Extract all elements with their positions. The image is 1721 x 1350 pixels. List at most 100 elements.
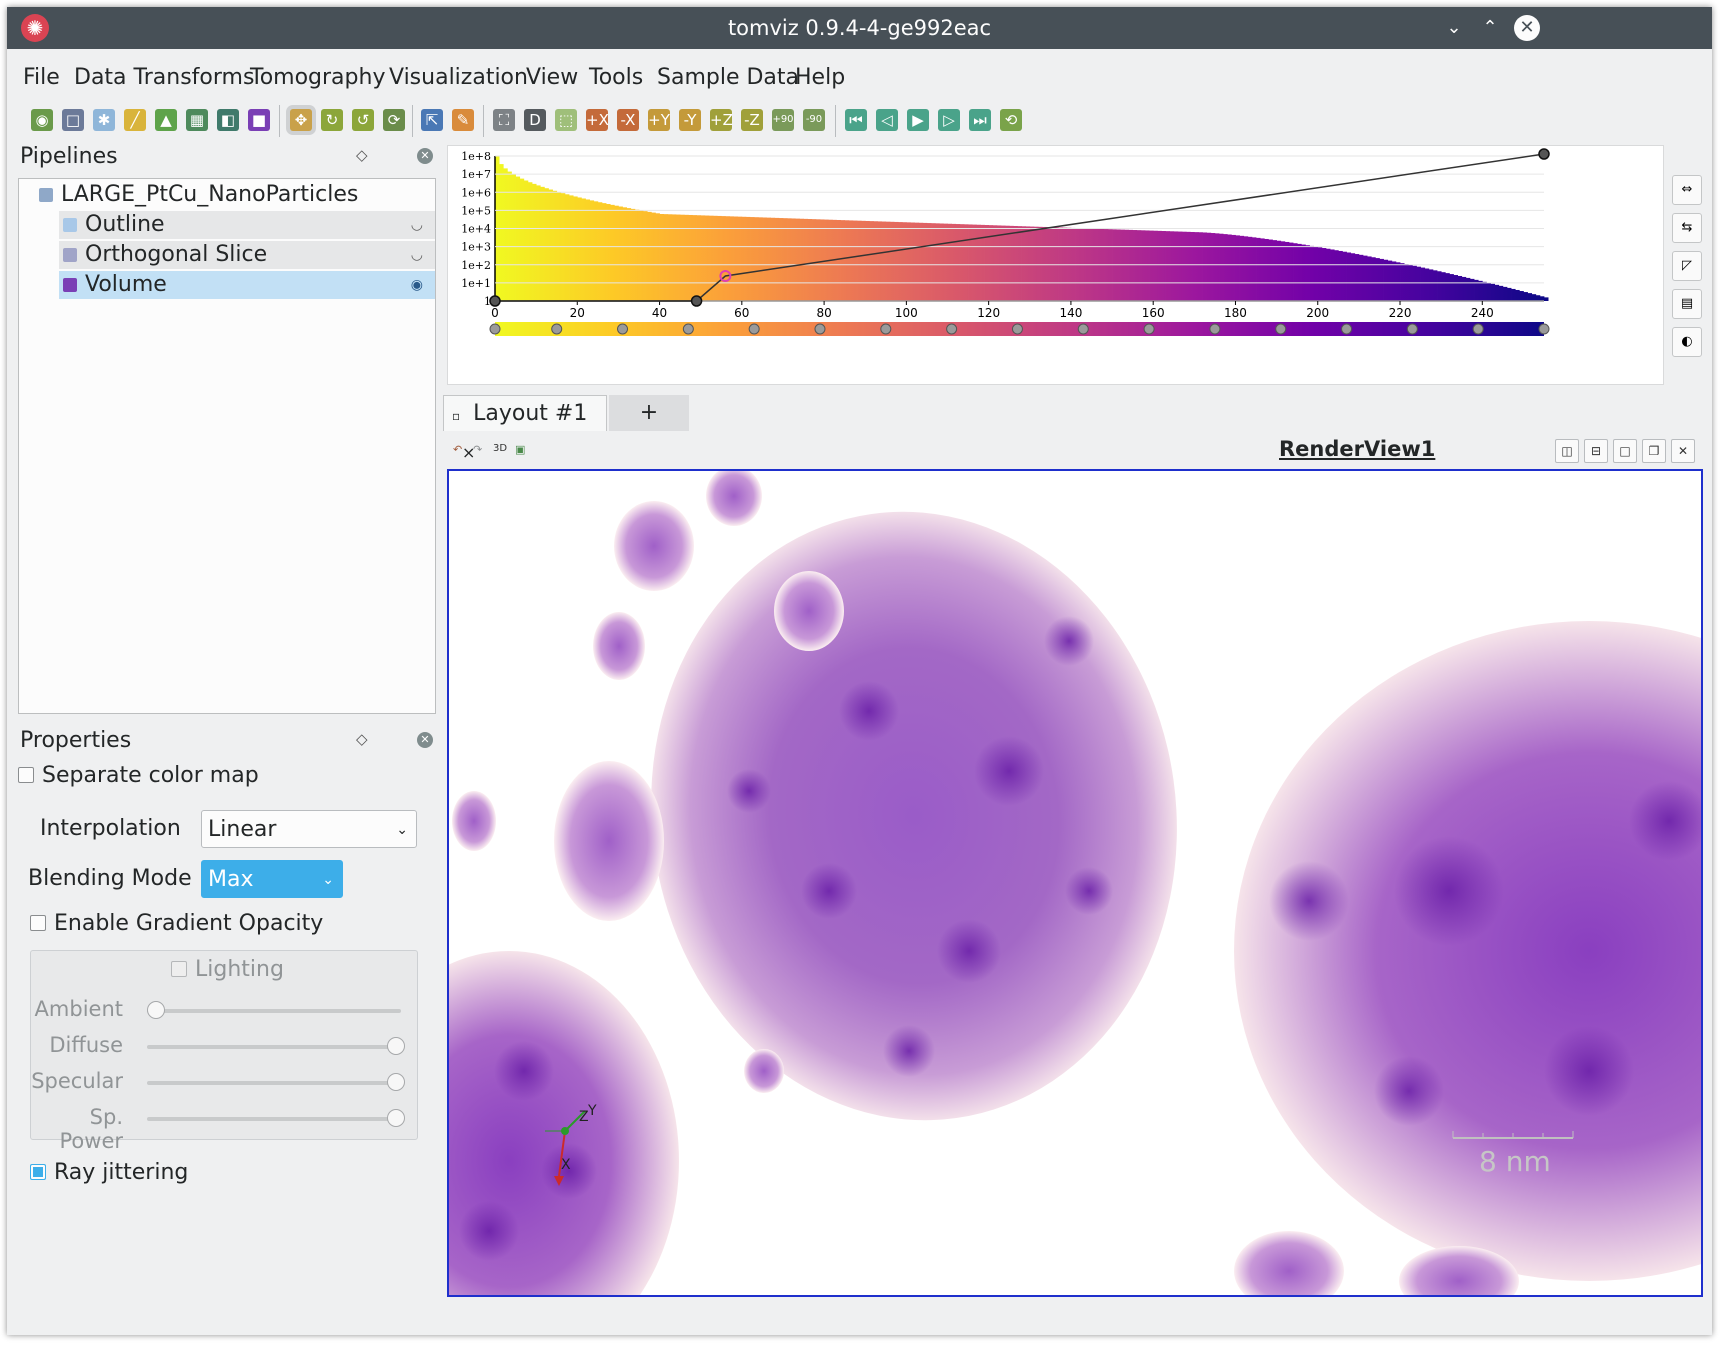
data-axes-icon[interactable]: D (524, 109, 546, 131)
threshold-icon[interactable]: ▲ (155, 109, 177, 131)
restore-view-icon[interactable]: ❐ (1642, 439, 1666, 463)
menu-help[interactable]: Help (795, 59, 845, 97)
diffuse-slider[interactable] (147, 1045, 401, 1049)
view-minus-z-icon[interactable]: -Z (741, 109, 763, 131)
color-control-point[interactable] (682, 323, 694, 335)
reset-range-icon[interactable]: ⇔ (1672, 175, 1702, 205)
toggle-3d-button[interactable]: 3D (493, 443, 507, 454)
hidden-eye-icon[interactable]: ◡ (411, 211, 423, 239)
menu-sample-data[interactable]: Sample Data (657, 59, 799, 97)
gradient-opacity-checkbox[interactable]: Enable Gradient Opacity (30, 911, 323, 936)
rotate-ccw-icon[interactable]: ↺ (352, 109, 374, 131)
menu-tools[interactable]: Tools (589, 59, 643, 97)
view-plus-z-icon[interactable]: +Z (710, 109, 733, 131)
hidden-eye-icon[interactable]: ◡ (411, 241, 423, 269)
ray-jittering-checkbox[interactable]: Ray jittering (30, 1160, 188, 1185)
color-palette-icon[interactable]: ✎ (452, 109, 474, 131)
ambient-slider-handle[interactable] (147, 1001, 165, 1019)
color-control-point[interactable] (489, 323, 501, 335)
specular-slider-handle[interactable] (387, 1073, 405, 1091)
choose-preset-icon[interactable]: ▤ (1672, 289, 1702, 319)
float-dock-icon[interactable]: ◇ (356, 146, 368, 164)
menu-data-transforms[interactable]: Data Transforms (74, 59, 254, 97)
color-control-point[interactable] (551, 323, 563, 335)
split-horizontal-icon[interactable]: ◫ (1555, 439, 1579, 463)
outline-icon[interactable]: □ (62, 109, 84, 131)
color-control-point[interactable] (1011, 323, 1023, 335)
opacity-control-point[interactable] (690, 295, 703, 307)
view-plus-x-icon[interactable]: +X (586, 109, 609, 131)
color-control-point[interactable] (1275, 323, 1287, 335)
blending-mode-select[interactable]: Max ⌄ (201, 860, 343, 898)
rotate-minus-90-icon[interactable]: -90 (803, 109, 825, 131)
menu-visualization[interactable]: Visualization (389, 59, 528, 97)
invert-colormap-icon[interactable]: ◸ (1672, 251, 1702, 281)
reset-rotate-icon[interactable]: ⟳ (383, 109, 405, 131)
specular-slider[interactable] (147, 1081, 401, 1085)
color-control-point[interactable] (946, 323, 958, 335)
pick-icon[interactable]: ⇱ (421, 109, 443, 131)
volume-icon[interactable]: ■ (248, 109, 270, 131)
interpolation-select[interactable]: Linear ⌄ (201, 810, 417, 848)
view-minus-x-icon[interactable]: -X (617, 109, 639, 131)
maximize-view-icon[interactable]: □ (1613, 439, 1637, 463)
clip-icon[interactable]: ◧ (217, 109, 239, 131)
minimize-icon[interactable]: ⌄ (1441, 15, 1467, 41)
view-minus-y-icon[interactable]: -Y (679, 109, 701, 131)
open-data-icon[interactable]: ◉ (31, 109, 53, 131)
maximize-icon[interactable]: ⌃ (1477, 15, 1503, 41)
gradient-editor-icon[interactable]: ◐ (1672, 327, 1702, 357)
float-dock-icon[interactable]: ◇ (356, 730, 368, 748)
close-dock-icon[interactable]: ✕ (417, 148, 433, 164)
color-control-point[interactable] (880, 323, 892, 335)
color-control-point[interactable] (748, 323, 760, 335)
color-control-point[interactable] (1143, 323, 1155, 335)
color-control-point[interactable] (1406, 323, 1418, 335)
split-vertical-icon[interactable]: ⊟ (1584, 439, 1608, 463)
module-volume[interactable]: Volume ◉ (59, 271, 435, 299)
color-control-point[interactable] (1341, 323, 1353, 335)
color-control-point[interactable] (1209, 323, 1221, 335)
color-control-point[interactable] (814, 323, 826, 335)
close-view-icon[interactable]: ✕ (1671, 439, 1695, 463)
color-control-point[interactable] (1077, 323, 1089, 335)
opacity-control-point[interactable] (489, 295, 501, 307)
diffuse-slider-handle[interactable] (387, 1037, 405, 1055)
close-window-icon[interactable]: ✕ (1514, 15, 1540, 41)
data-source-item[interactable]: LARGE_PtCu_NanoParticles (39, 181, 429, 209)
color-control-point[interactable] (617, 323, 629, 335)
module-outline[interactable]: Outline ◡ (59, 211, 435, 239)
histogram-chart[interactable]: 1e+81e+71e+61e+51e+41e+31e+21e+110 20 40 60… (448, 146, 1663, 384)
rotate-plus-90-icon[interactable]: +90 (772, 109, 794, 131)
close-dock-icon[interactable]: ✕ (417, 732, 433, 748)
reset-camera-icon[interactable]: ⛶ (493, 109, 515, 131)
color-control-point[interactable] (1472, 323, 1484, 335)
next-frame-icon[interactable]: ▷ (938, 109, 960, 131)
loop-icon[interactable]: ⟲ (1000, 109, 1022, 131)
ruler-icon[interactable]: ╱ (124, 109, 146, 131)
menu-file[interactable]: File (23, 59, 60, 97)
menu-tomography[interactable]: Tomography (250, 59, 385, 97)
color-control-point[interactable] (1538, 323, 1550, 335)
custom-range-icon[interactable]: ⇆ (1672, 213, 1702, 243)
play-icon[interactable]: ▶ (907, 109, 929, 131)
add-tab-button[interactable]: + (609, 395, 689, 431)
camera-redo-icon[interactable]: ↷ (473, 443, 482, 456)
camera-undo-icon[interactable]: ↶ (453, 443, 462, 456)
interact-icon[interactable]: ✥ (290, 109, 312, 131)
module-orthogonal-slice[interactable]: Orthogonal Slice ◡ (59, 241, 435, 269)
select-box-icon[interactable]: ⬚ (555, 109, 577, 131)
specular-power-slider-handle[interactable] (387, 1109, 405, 1127)
capture-icon[interactable]: ▣ (515, 443, 525, 456)
view-plus-y-icon[interactable]: +Y (648, 109, 670, 131)
render-view[interactable]: Z Y X 8 nm (447, 469, 1703, 1297)
previous-frame-icon[interactable]: ◁ (876, 109, 898, 131)
opacity-control-point[interactable] (1538, 148, 1550, 160)
tab-layout-1[interactable]: ▫ Layout #1 × (443, 395, 607, 462)
lighting-checkbox[interactable]: Lighting (171, 957, 284, 982)
first-frame-icon[interactable]: ⏮ (845, 109, 867, 131)
slice-icon[interactable]: ✱ (93, 109, 115, 131)
menu-view[interactable]: View (526, 59, 578, 97)
visible-eye-icon[interactable]: ◉ (411, 271, 423, 299)
rotate-cw-icon[interactable]: ↻ (321, 109, 343, 131)
